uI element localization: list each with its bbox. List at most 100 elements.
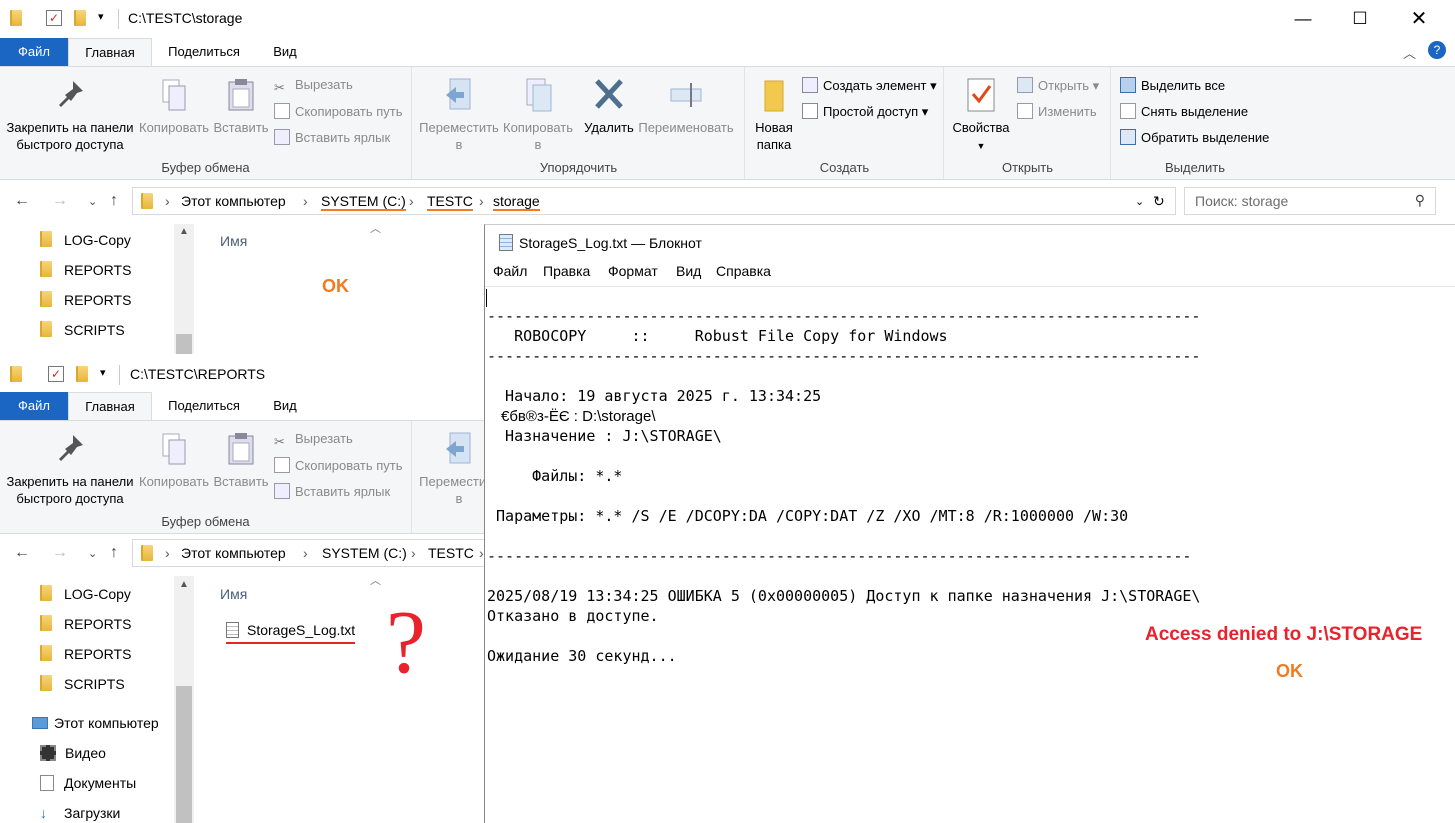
nav-item-documents[interactable]: Документы (40, 775, 136, 791)
menu-file[interactable]: Файл (493, 263, 527, 279)
maximize-button[interactable]: ☐ (1330, 0, 1390, 38)
search-input[interactable]: Поиск: storage ⚲ (1184, 187, 1436, 215)
menu-edit[interactable]: Правка (543, 263, 590, 279)
tab-home[interactable]: Главная (68, 38, 152, 66)
nav-item-reports[interactable]: REPORTS (40, 291, 131, 308)
address-bar[interactable]: › Этот компьютер › SYSTEM (C:) › TESTC › (132, 539, 484, 567)
nav-item-reports[interactable]: REPORTS (40, 615, 131, 632)
properties-check-icon[interactable]: ✓ (46, 10, 62, 26)
edit-button[interactable]: Изменить (1017, 103, 1097, 119)
explorer-window-storage: ✓ ▾ C:\TESTC\storage — ☐ ✕ Файл Главная … (0, 0, 1455, 232)
tab-share[interactable]: Поделиться (152, 38, 256, 66)
breadcrumb-this-pc[interactable]: Этот компьютер (181, 545, 286, 561)
notepad-text-area[interactable]: ----------------------------------------… (485, 287, 1455, 823)
nav-item-scripts[interactable]: SCRIPTS (40, 675, 125, 692)
forward-arrow-icon[interactable]: → (52, 544, 68, 562)
group-clipboard: Закрепить на панели быстрого доступа Коп… (0, 421, 412, 533)
open-button[interactable]: Открыть ▾ (1017, 77, 1099, 94)
back-arrow-icon[interactable]: ← (14, 192, 30, 210)
annotation-access-denied: Access denied to J:\STORAGE (1145, 624, 1423, 645)
help-icon[interactable]: ? (1428, 41, 1446, 59)
paste-shortcut-button[interactable]: Вставить ярлык (274, 129, 390, 145)
nav-item-this-pc[interactable]: Этот компьютер (32, 715, 159, 731)
nav-item-video[interactable]: Видео (40, 745, 106, 761)
delete-button[interactable]: Удалить (579, 77, 639, 136)
new-folder-icon[interactable] (74, 10, 86, 29)
move-to-button[interactable]: Переместить в (417, 77, 501, 153)
sort-up-chevron-icon: ︿ (370, 224, 381, 235)
copy-path-button[interactable]: Скопировать путь (274, 103, 403, 119)
copy-path-button[interactable]: Скопировать путь (274, 457, 403, 473)
breadcrumb-testc[interactable]: TESTC (428, 545, 474, 561)
cut-button[interactable]: ✂ Вырезать (274, 431, 353, 450)
copy-button[interactable]: Копировать (136, 431, 212, 490)
address-row: ← → ⌄ ↑ › Этот компьютер › SYSTEM (C:) ›… (0, 534, 484, 576)
pin-quick-access-button[interactable]: Закрепить на панели быстрого доступа (4, 431, 136, 507)
nav-item-reports[interactable]: REPORTS (40, 645, 131, 662)
customize-qa-chevron-icon[interactable]: ▾ (98, 10, 104, 23)
back-arrow-icon[interactable]: ← (14, 544, 30, 562)
nav-item-downloads[interactable]: ↓ Загрузки (40, 805, 120, 821)
collapse-ribbon-icon[interactable]: ︿ (1403, 43, 1416, 62)
paste-shortcut-icon (274, 483, 290, 499)
nav-item-reports[interactable]: REPORTS (40, 261, 131, 278)
group-select: Выделить все Снять выделение Обратить вы… (1112, 67, 1278, 179)
breadcrumb-system-c[interactable]: SYSTEM (C:) (322, 545, 407, 561)
tab-file[interactable]: Файл (0, 38, 68, 66)
scroll-up-icon[interactable]: ▲ (179, 226, 189, 237)
nav-item-log-copy[interactable]: LOG-Copy (40, 585, 131, 602)
tab-share[interactable]: Поделиться (152, 392, 256, 420)
invert-selection-button[interactable]: Обратить выделение (1120, 129, 1269, 145)
properties-check-icon[interactable]: ✓ (48, 366, 64, 382)
paste-button[interactable]: Вставить (212, 77, 270, 136)
breadcrumb-this-pc[interactable]: Этот компьютер (181, 193, 286, 209)
customize-qa-chevron-icon[interactable]: ▾ (100, 366, 106, 379)
menu-format[interactable]: Формат (608, 263, 658, 279)
scroll-up-icon[interactable]: ▲ (179, 579, 189, 590)
nav-scrollbar[interactable]: ▲ (174, 224, 194, 354)
column-header-name[interactable]: Имя (220, 586, 247, 602)
properties-button[interactable]: Свойства ▼ (949, 77, 1013, 155)
pin-quick-access-button[interactable]: Закрепить на панели быстрого доступа (4, 77, 136, 153)
nav-scrollbar[interactable]: ▲ (174, 576, 194, 823)
menu-help[interactable]: Справка (716, 263, 771, 279)
tab-home[interactable]: Главная (68, 392, 152, 420)
close-button[interactable]: ✕ (1389, 0, 1449, 38)
move-to-button[interactable]: Переместить в (417, 431, 484, 507)
file-item[interactable]: StorageS_Log.txt (226, 622, 356, 644)
minimize-button[interactable]: — (1273, 0, 1333, 38)
cut-button[interactable]: ✂ Вырезать (274, 77, 353, 96)
copy-to-button[interactable]: Копировать в (499, 77, 577, 153)
menu-view[interactable]: Вид (676, 263, 701, 279)
refresh-icon[interactable]: ↻ (1153, 193, 1165, 210)
tab-view[interactable]: Вид (256, 38, 314, 66)
up-arrow-icon[interactable]: ↑ (110, 192, 118, 210)
easy-access-button[interactable]: Простой доступ ▾ (802, 103, 928, 120)
new-folder-icon[interactable] (76, 366, 88, 385)
new-folder-button[interactable]: Новая папка (748, 77, 800, 153)
nav-item-log-copy[interactable]: LOG-Copy (40, 231, 131, 248)
address-bar[interactable]: › Этот компьютер › SYSTEM (C:) › TESTC ›… (132, 187, 1176, 215)
select-all-icon (1120, 77, 1136, 93)
tab-file[interactable]: Файл (0, 392, 68, 420)
select-none-button[interactable]: Снять выделение (1120, 103, 1248, 119)
paste-shortcut-button[interactable]: Вставить ярлык (274, 483, 390, 499)
column-header-name[interactable]: Имя (220, 233, 247, 249)
up-arrow-icon[interactable]: ↑ (110, 544, 118, 562)
rename-button[interactable]: Переименовать (637, 77, 735, 136)
breadcrumb-storage[interactable]: storage (493, 193, 540, 211)
ribbon-tabs: Файл Главная Поделиться Вид (0, 392, 484, 420)
breadcrumb-testc[interactable]: TESTC (427, 193, 473, 211)
copy-button[interactable]: Копировать (136, 77, 212, 136)
nav-item-scripts[interactable]: SCRIPTS (40, 321, 125, 338)
new-item-button[interactable]: Создать элемент ▾ (802, 77, 937, 94)
select-all-button[interactable]: Выделить все (1120, 77, 1225, 93)
forward-arrow-icon[interactable]: → (52, 192, 68, 210)
address-dropdown-chevron-icon[interactable]: ⌄ (1135, 195, 1144, 208)
recent-chevron-icon[interactable]: ⌄ (88, 195, 97, 208)
tab-view[interactable]: Вид (256, 392, 314, 420)
group-label: Открыть (1001, 160, 1054, 175)
paste-button[interactable]: Вставить (212, 431, 270, 490)
breadcrumb-system-c[interactable]: SYSTEM (C:) (321, 193, 406, 211)
recent-chevron-icon[interactable]: ⌄ (88, 547, 97, 560)
